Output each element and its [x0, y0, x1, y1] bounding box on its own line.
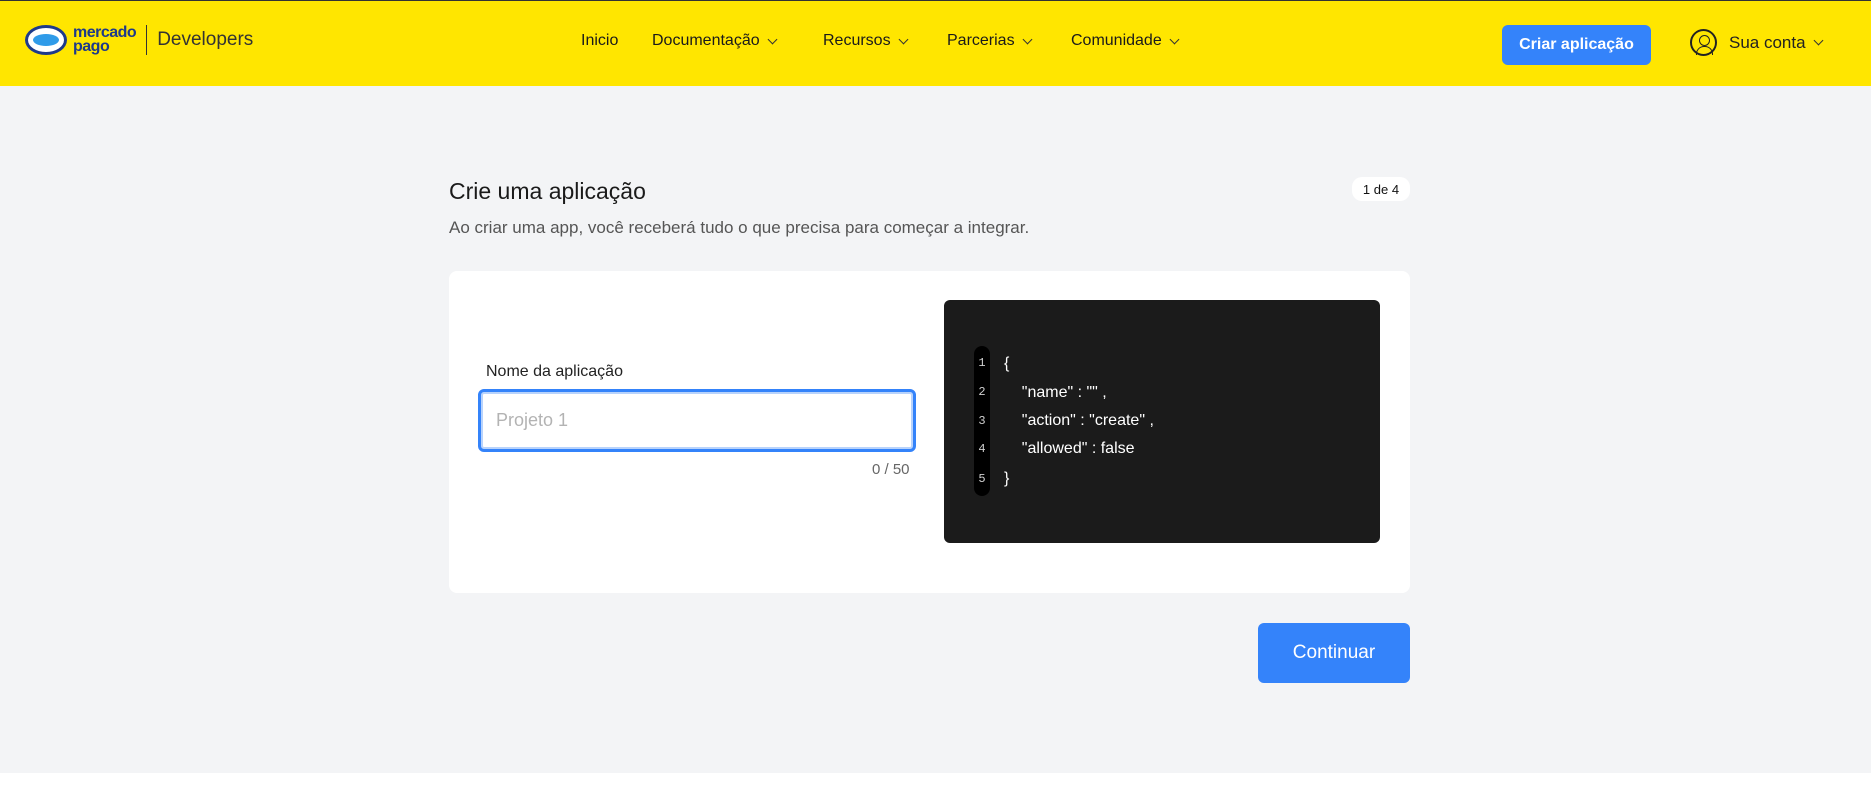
line-number: 1: [978, 356, 986, 370]
create-application-button[interactable]: Criar aplicação: [1502, 25, 1651, 65]
app-name-input[interactable]: [478, 389, 916, 452]
nav-label: Parcerias: [947, 32, 1015, 49]
logo-product-name: Developers: [157, 29, 254, 50]
line-number: 2: [978, 385, 986, 399]
char-counter: 0 / 50: [872, 461, 910, 478]
nav-parcerias[interactable]: Parcerias: [947, 32, 1033, 50]
account-label: Sua conta: [1729, 32, 1806, 52]
nav-label: Documentação: [652, 32, 760, 49]
code-line: "action" : "create" ,: [1004, 412, 1154, 429]
code-line: {: [1004, 355, 1010, 372]
nav-label: Inicio: [581, 32, 619, 49]
page-title: Crie uma aplicação: [449, 178, 646, 204]
step-indicator-badge: 1 de 4: [1352, 177, 1410, 201]
page-subtitle: Ao criar uma app, você receberá tudo o q…: [449, 218, 1030, 237]
nav-recursos[interactable]: Recursos: [823, 32, 909, 50]
chevron-down-icon: [898, 34, 909, 44]
app-name-label: Nome da aplicação: [486, 363, 623, 380]
line-number: 4: [978, 442, 986, 456]
account-menu[interactable]: Sua conta: [1690, 29, 1824, 56]
continue-button[interactable]: Continuar: [1258, 623, 1410, 683]
chevron-down-icon: [767, 34, 778, 44]
chevron-down-icon: [1169, 34, 1180, 44]
line-number: 5: [978, 472, 986, 486]
nav-label: Recursos: [823, 32, 891, 49]
logo-wordmark: mercado pago: [73, 25, 137, 55]
mercado-pago-developers-logo[interactable]: mercado pago Developers: [25, 23, 253, 57]
top-navigation-bar: mercado pago Developers Inicio Documenta…: [0, 0, 1871, 86]
nav-documentacao[interactable]: Documentação: [652, 32, 778, 50]
handshake-logo-icon: [25, 25, 67, 55]
chevron-down-icon: [1813, 35, 1824, 46]
chevron-down-icon: [1022, 34, 1033, 44]
code-line: }: [1004, 470, 1010, 487]
code-line: "name" : "" ,: [1004, 384, 1107, 401]
nav-comunidade[interactable]: Comunidade: [1071, 32, 1180, 50]
nav-inicio[interactable]: Inicio: [581, 32, 618, 50]
nav-label: Comunidade: [1071, 32, 1162, 49]
logo-divider: [146, 25, 148, 55]
logo-line-2: pago: [73, 38, 110, 55]
user-avatar-icon: [1690, 29, 1717, 56]
line-number: 3: [978, 414, 986, 428]
code-line: "allowed" : false: [1004, 440, 1135, 457]
